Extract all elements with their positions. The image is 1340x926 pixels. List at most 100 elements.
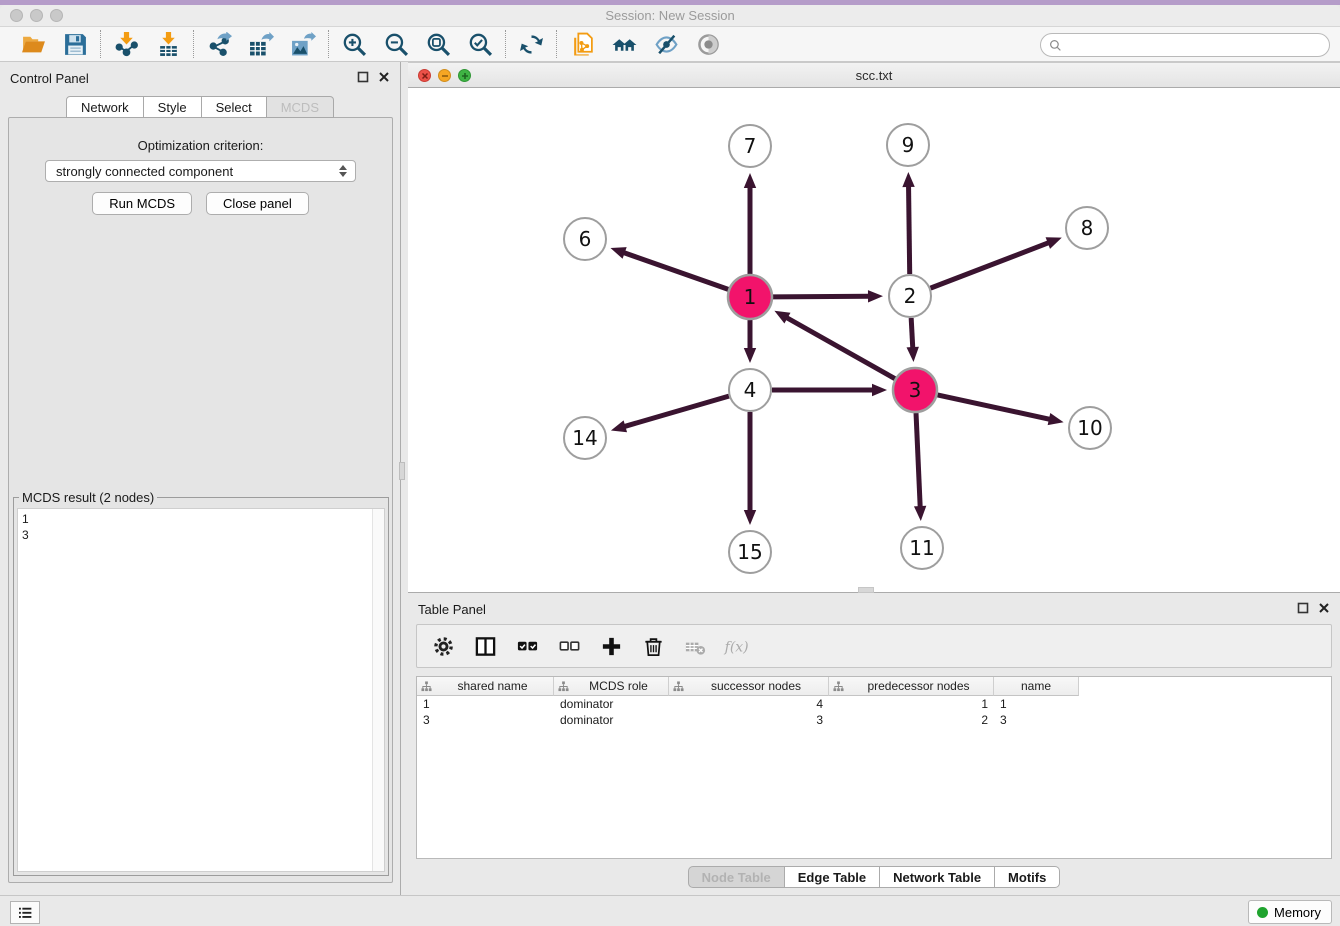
- import-network-icon[interactable]: [111, 29, 141, 59]
- graph-node-2[interactable]: 2: [889, 275, 931, 317]
- graph-node-4[interactable]: 4: [729, 369, 771, 411]
- edge-arrow-1-2: [868, 290, 883, 302]
- edge-3-1[interactable]: [786, 317, 895, 379]
- svg-text:15: 15: [737, 540, 762, 564]
- zoom-in-icon[interactable]: [339, 29, 369, 59]
- toolbar-group: [506, 29, 556, 59]
- table-settings-icon[interactable]: [429, 632, 457, 660]
- edge-1-6[interactable]: [623, 252, 729, 289]
- column-header-predecessor-nodes[interactable]: predecessor nodes: [829, 677, 994, 696]
- save-session-icon[interactable]: [60, 29, 90, 59]
- refresh-icon[interactable]: [516, 29, 546, 59]
- close-table-panel-icon[interactable]: [1318, 602, 1330, 614]
- horizontal-splitter-handle[interactable]: [858, 587, 874, 593]
- control-panel-title: Control Panel: [10, 71, 89, 86]
- edge-3-11[interactable]: [916, 413, 920, 508]
- list-icon: [16, 904, 34, 922]
- edge-arrow-4-3: [872, 384, 887, 396]
- tab-node-table[interactable]: Node Table: [688, 866, 785, 888]
- memory-button[interactable]: Memory: [1248, 900, 1332, 924]
- tab-edge-table[interactable]: Edge Table: [785, 866, 880, 888]
- table-cell: 2: [829, 712, 994, 728]
- run-mcds-button[interactable]: Run MCDS: [92, 192, 192, 215]
- search-input[interactable]: [1067, 38, 1321, 52]
- search-icon: [1049, 39, 1062, 52]
- tab-network-table[interactable]: Network Table: [880, 866, 995, 888]
- tab-mcds[interactable]: MCDS: [267, 96, 334, 118]
- edge-arrow-3-10: [1048, 413, 1064, 425]
- svg-text:2: 2: [904, 284, 917, 308]
- toolbar-icon-groups: [8, 29, 733, 59]
- delete-icon[interactable]: [639, 632, 667, 660]
- export-network-icon[interactable]: [204, 29, 234, 59]
- tab-style[interactable]: Style: [144, 96, 202, 118]
- network-view-window: scc.txt 7 9 6 8 1 2 4 3 14 10 15 11: [408, 62, 1340, 592]
- show-all-icon[interactable]: [693, 29, 723, 59]
- hide-selected-icon[interactable]: [651, 29, 681, 59]
- edge-2-9[interactable]: [909, 185, 910, 274]
- svg-text:8: 8: [1081, 216, 1094, 240]
- graph-node-8[interactable]: 8: [1066, 207, 1108, 249]
- graph-node-7[interactable]: 7: [729, 125, 771, 167]
- network-title: scc.txt: [408, 68, 1340, 83]
- graph-node-14[interactable]: 14: [564, 417, 606, 459]
- table-row[interactable]: 1dominator411: [417, 696, 1331, 712]
- svg-text:4: 4: [744, 378, 757, 402]
- criterion-dropdown[interactable]: strongly connected component: [45, 160, 356, 182]
- graph-node-3[interactable]: 3: [893, 368, 937, 412]
- zoom-fit-icon[interactable]: [423, 29, 453, 59]
- zoom-selected-icon[interactable]: [465, 29, 495, 59]
- float-table-panel-icon[interactable]: [1297, 602, 1309, 614]
- tab-select[interactable]: Select: [202, 96, 267, 118]
- task-history-button[interactable]: [10, 901, 40, 924]
- show-columns-icon[interactable]: [471, 632, 499, 660]
- graph-node-11[interactable]: 11: [901, 527, 943, 569]
- first-neighbors-icon[interactable]: [609, 29, 639, 59]
- select-all-icon[interactable]: [513, 632, 541, 660]
- table-row[interactable]: 3dominator323: [417, 712, 1331, 728]
- result-scrollbar[interactable]: [372, 509, 384, 871]
- import-table-icon[interactable]: [153, 29, 183, 59]
- vertical-splitter-handle[interactable]: [399, 462, 405, 480]
- graph-node-15[interactable]: 15: [729, 531, 771, 573]
- clone-network-icon[interactable]: [567, 29, 597, 59]
- search-box[interactable]: [1040, 33, 1330, 57]
- zoom-out-icon[interactable]: [381, 29, 411, 59]
- graph-node-10[interactable]: 10: [1069, 407, 1111, 449]
- mcds-result-title: MCDS result (2 nodes): [19, 490, 157, 505]
- float-panel-icon[interactable]: [357, 71, 369, 83]
- edge-2-3[interactable]: [911, 318, 913, 349]
- tab-motifs[interactable]: Motifs: [995, 866, 1060, 888]
- svg-text:6: 6: [579, 227, 592, 251]
- mcds-result-textarea[interactable]: 1 3: [17, 508, 385, 872]
- tab-network[interactable]: Network: [66, 96, 144, 118]
- toolbar-group: [194, 29, 328, 59]
- svg-text:9: 9: [902, 133, 915, 157]
- deselect-all-icon[interactable]: [555, 632, 583, 660]
- open-folder-icon[interactable]: [18, 29, 48, 59]
- close-panel-button[interactable]: Close panel: [206, 192, 309, 215]
- graph-node-6[interactable]: 6: [564, 218, 606, 260]
- table-toolbar: f(x): [416, 624, 1332, 668]
- graph-node-9[interactable]: 9: [887, 124, 929, 166]
- edge-3-10[interactable]: [937, 395, 1050, 420]
- network-window-titlebar[interactable]: scc.txt: [408, 62, 1340, 88]
- svg-text:3: 3: [909, 378, 922, 402]
- edge-4-14[interactable]: [623, 396, 728, 427]
- network-canvas[interactable]: 7 9 6 8 1 2 4 3 14 10 15 11: [408, 88, 1340, 592]
- column-header-shared-name[interactable]: shared name: [417, 677, 554, 696]
- add-icon[interactable]: [597, 632, 625, 660]
- column-header-name[interactable]: name: [994, 677, 1079, 696]
- edge-1-2[interactable]: [773, 296, 870, 297]
- export-table-icon[interactable]: [246, 29, 276, 59]
- session-title: Session: New Session: [0, 8, 1340, 23]
- table-cell: 4: [669, 696, 829, 712]
- graph-node-1[interactable]: 1: [728, 275, 772, 319]
- edge-2-8[interactable]: [931, 242, 1050, 288]
- column-header-successor-nodes[interactable]: successor nodes: [669, 677, 829, 696]
- export-image-icon[interactable]: [288, 29, 318, 59]
- edge-arrow-1-4: [744, 348, 756, 363]
- close-panel-icon[interactable]: [378, 71, 390, 83]
- column-header-MCDS-role[interactable]: MCDS role: [554, 677, 669, 696]
- main-toolbar: [0, 27, 1340, 62]
